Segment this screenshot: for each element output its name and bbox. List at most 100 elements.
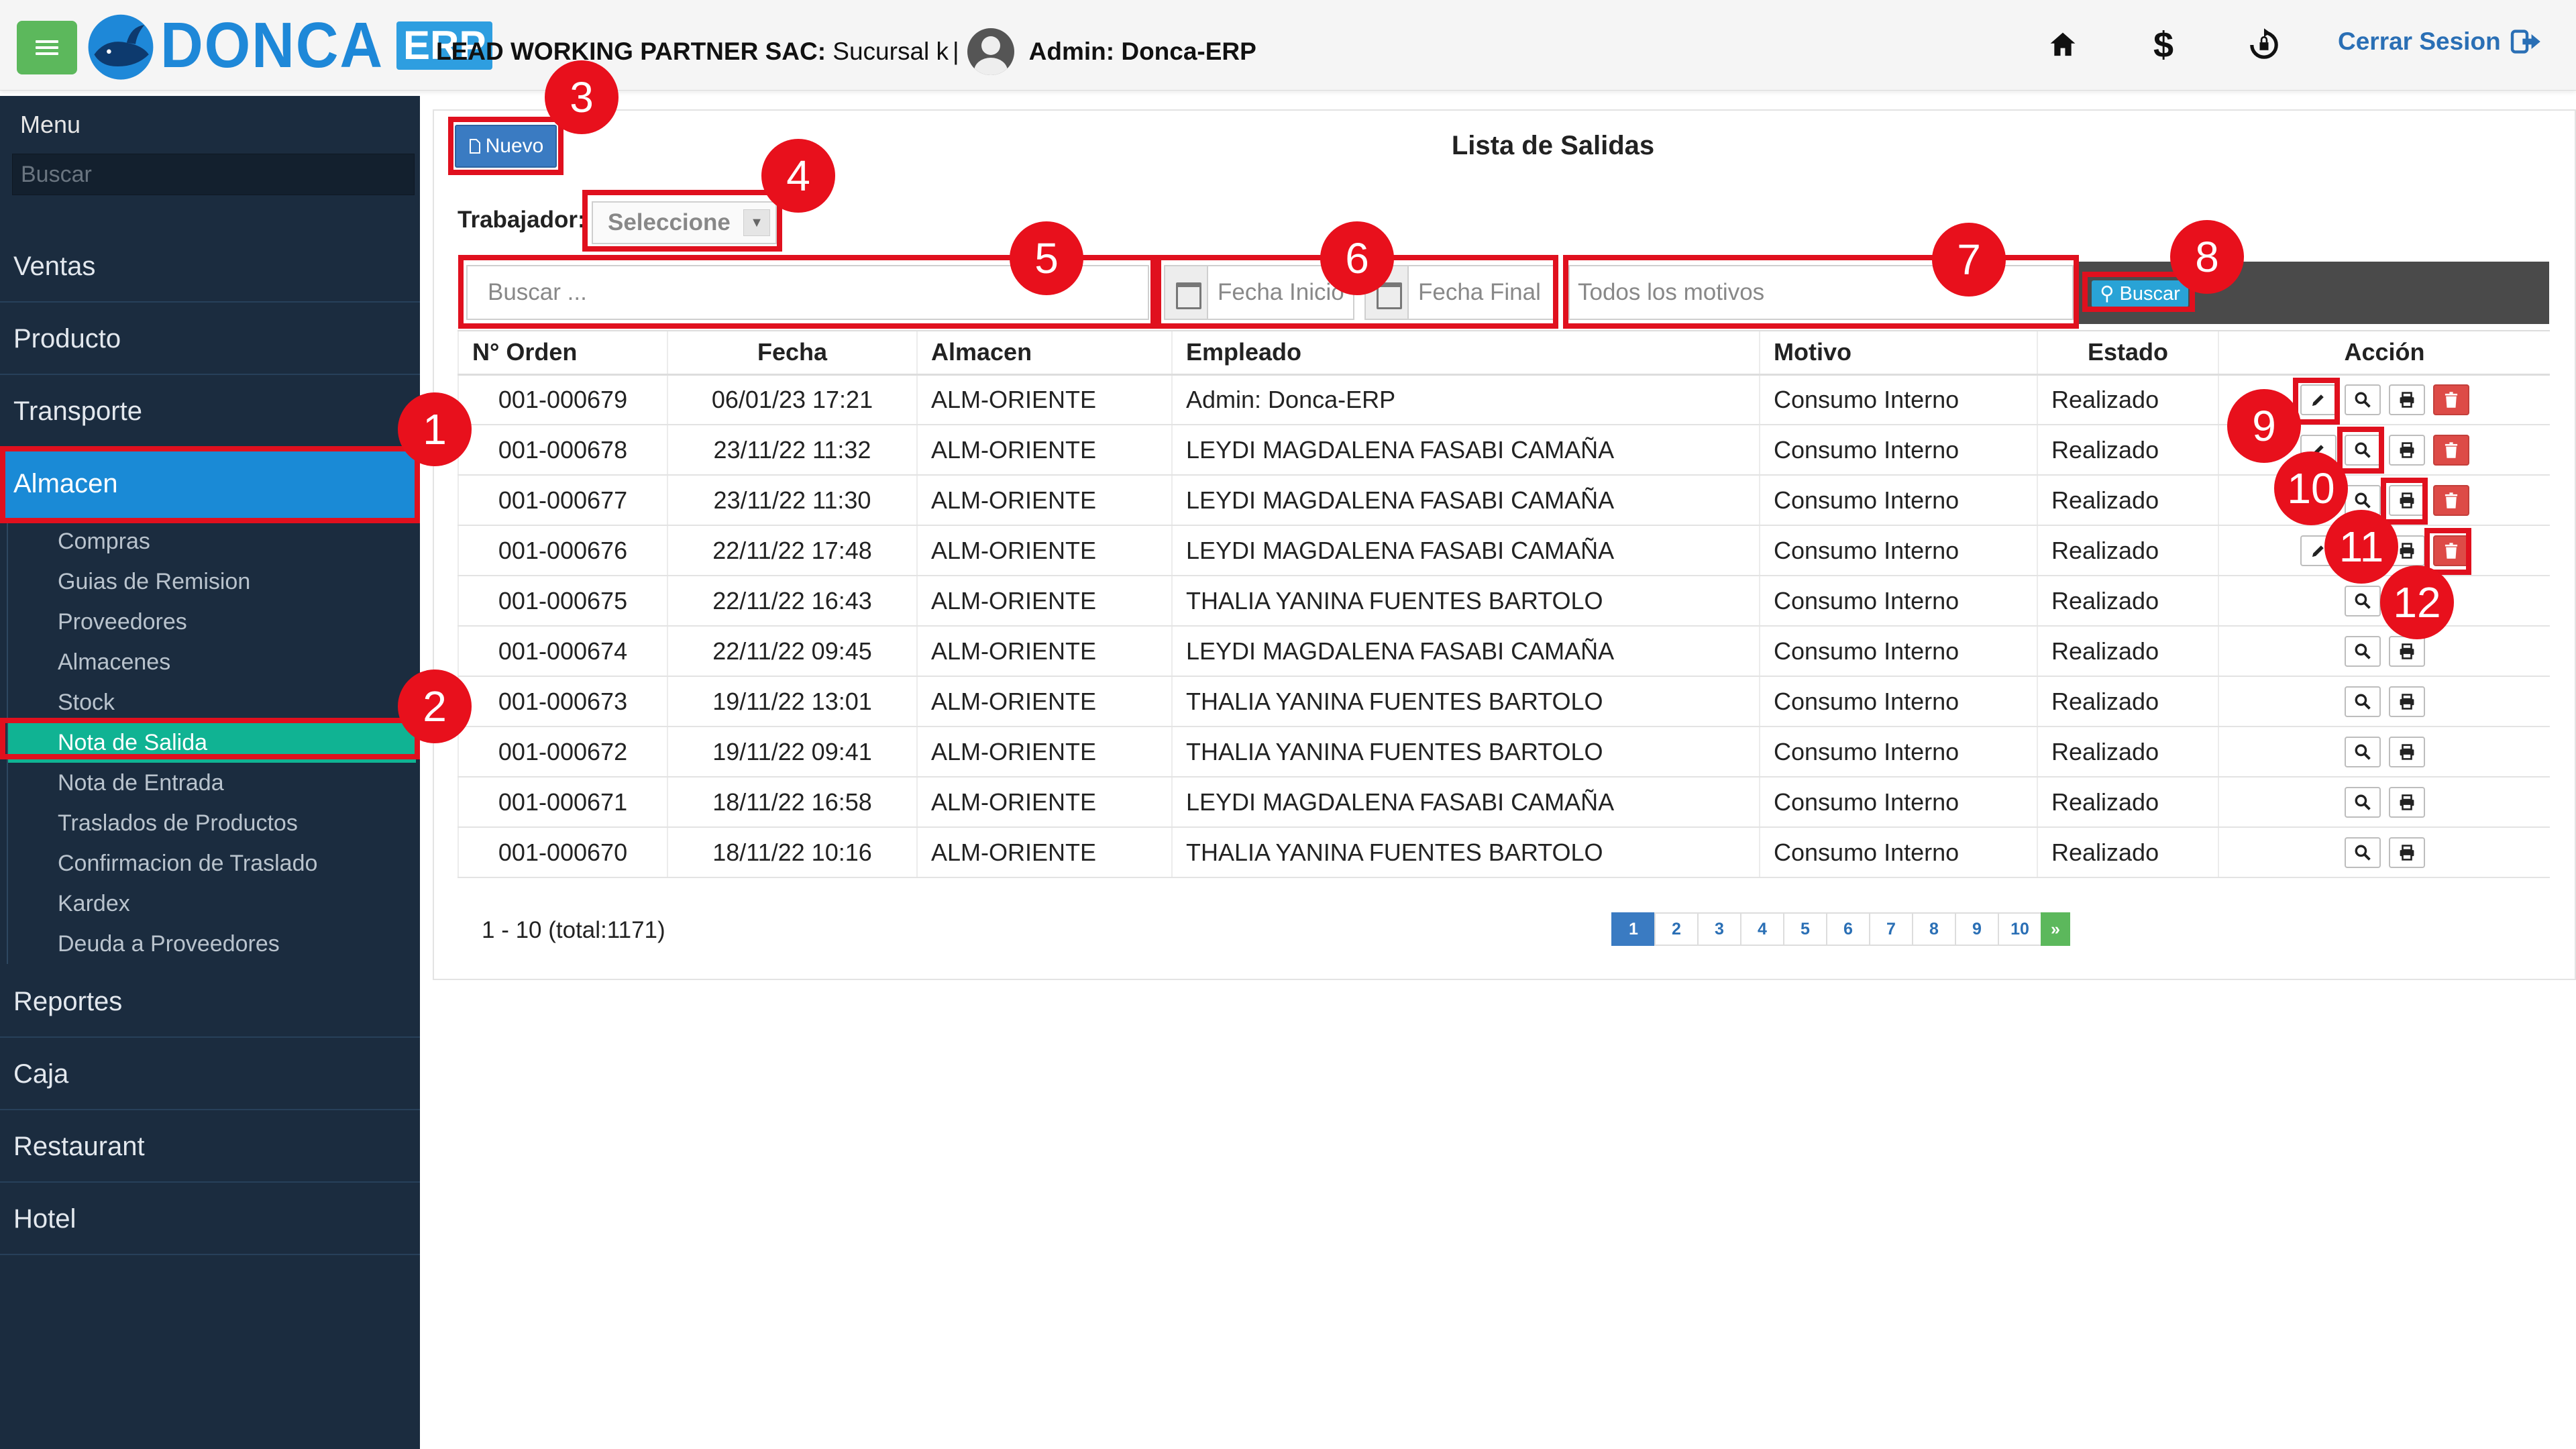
print-button[interactable] [2388, 484, 2425, 516]
page-button[interactable]: 7 [1869, 912, 1913, 946]
view-button[interactable] [2344, 434, 2381, 466]
annotation-badge-3: 3 [545, 60, 619, 134]
page-button[interactable]: 2 [1654, 912, 1699, 946]
cell-orden: 001-000677 [458, 475, 667, 526]
new-button-label: Nuevo [485, 135, 544, 157]
view-button[interactable] [2344, 635, 2381, 667]
sidebar-subitem-compras[interactable]: Compras [7, 521, 416, 561]
search-button[interactable]: ⚲ Buscar [2092, 280, 2188, 307]
cell-motivo: Consumo Interno [1759, 777, 2037, 828]
search-icon [2354, 844, 2371, 861]
cell-motivo: Consumo Interno [1759, 827, 2037, 878]
cell-motivo: Consumo Interno [1759, 626, 2037, 677]
view-button[interactable] [2344, 686, 2381, 717]
worker-select[interactable]: Seleccione ▼ [592, 201, 777, 244]
sidebar-subitem-proveedores[interactable]: Proveedores [7, 602, 416, 642]
delete-button[interactable] [2432, 535, 2469, 566]
new-button[interactable]: Nuevo [455, 125, 557, 168]
date-start-placeholder: Fecha Inicio [1218, 279, 1344, 305]
page-button[interactable]: 4 [1740, 912, 1784, 946]
search-icon [2354, 643, 2371, 660]
cell-actions [2218, 827, 2550, 878]
page-button[interactable]: 3 [1697, 912, 1741, 946]
company-name: LEAD WORKING PARTNER SAC: [436, 38, 826, 65]
delete-button[interactable] [2432, 434, 2469, 466]
view-button[interactable] [2344, 736, 2381, 767]
print-button[interactable] [2388, 384, 2425, 415]
cell-fecha: 22/11/22 17:48 [667, 525, 917, 576]
cell-estado: Realizado [2037, 777, 2218, 828]
sidebar-item-ventas[interactable]: Ventas [0, 230, 420, 303]
home-icon[interactable] [2039, 21, 2086, 68]
edit-button[interactable] [2300, 384, 2337, 415]
sidebar-subitem-nota-de-salida[interactable]: Nota de Salida [7, 722, 416, 763]
view-button[interactable] [2344, 384, 2381, 415]
page-button[interactable]: 9 [1955, 912, 1999, 946]
sidebar-subitem-almacenes[interactable]: Almacenes [7, 642, 416, 682]
table-row: 001-000674 22/11/22 09:45 ALM-ORIENTE LEYDI… [458, 626, 2550, 677]
annotation-badge-5: 5 [1010, 221, 1083, 295]
col-estado: Estado [2037, 330, 2218, 376]
view-button[interactable] [2344, 585, 2381, 616]
cell-fecha: 22/11/22 09:45 [667, 626, 917, 677]
cell-motivo: Consumo Interno [1759, 425, 2037, 476]
sync-icon[interactable] [2241, 21, 2288, 68]
sidebar-subitem-guias-de-remision[interactable]: Guias de Remision [7, 561, 416, 602]
logout-link[interactable]: Cerrar Sesion [2338, 27, 2544, 56]
sidebar-subitem-kardex[interactable]: Kardex [7, 883, 416, 924]
col-empleado: Empleado [1171, 330, 1760, 376]
sidebar-subitem-stock[interactable]: Stock [7, 682, 416, 722]
sidebar-subitem-traslados-de-productos[interactable]: Traslados de Productos [7, 803, 416, 843]
cell-estado: Realizado [2037, 374, 2218, 425]
page-button[interactable]: 6 [1826, 912, 1870, 946]
cell-estado: Realizado [2037, 475, 2218, 526]
cell-empleado: LEYDI MAGDALENA FASABI CAMAÑA [1171, 626, 1760, 677]
view-button[interactable] [2344, 837, 2381, 868]
print-icon [2398, 794, 2416, 811]
dollar-icon[interactable]: $ [2140, 21, 2187, 68]
table-row: 001-000670 18/11/22 10:16 ALM-ORIENTE THALI… [458, 827, 2550, 878]
print-button[interactable] [2388, 837, 2425, 868]
cell-empleado: THALIA YANINA FUENTES BARTOLO [1171, 827, 1760, 878]
delete-button[interactable] [2432, 484, 2469, 516]
delete-button[interactable] [2432, 384, 2469, 415]
sidebar-item-reportes[interactable]: Reportes [0, 965, 420, 1038]
print-button[interactable] [2388, 686, 2425, 717]
date-end-field[interactable]: Fecha Final [1364, 265, 1555, 320]
sidebar-item-transporte[interactable]: Transporte [0, 375, 420, 447]
cell-estado: Realizado [2037, 626, 2218, 677]
cell-estado: Realizado [2037, 727, 2218, 777]
next-page-button[interactable]: » [2041, 912, 2070, 946]
sidebar-item-restaurant[interactable]: Restaurant [0, 1110, 420, 1183]
calendar-icon [1165, 266, 1208, 319]
print-button[interactable] [2388, 736, 2425, 767]
print-button[interactable] [2388, 635, 2425, 667]
sidebar-subitem-confirmacion-de-traslado[interactable]: Confirmacion de Traslado [7, 843, 416, 883]
menu-toggle-button[interactable] [17, 21, 77, 74]
cell-empleado: THALIA YANINA FUENTES BARTOLO [1171, 727, 1760, 777]
sidebar-subitem-deuda-a-proveedores[interactable]: Deuda a Proveedores [7, 924, 416, 964]
print-button[interactable] [2388, 434, 2425, 466]
sidebar-item-hotel[interactable]: Hotel [0, 1183, 420, 1255]
view-button[interactable] [2344, 786, 2381, 818]
cell-empleado: THALIA YANINA FUENTES BARTOLO [1171, 676, 1760, 727]
page-button[interactable]: 10 [1998, 912, 2042, 946]
page-button[interactable]: 8 [1912, 912, 1956, 946]
page-button[interactable]: 1 [1611, 912, 1656, 946]
sidebar-search-input[interactable]: Buscar [12, 154, 415, 195]
sidebar-subitem-nota-de-entrada[interactable]: Nota de Entrada [7, 763, 416, 803]
sidebar-item-caja[interactable]: Caja [0, 1038, 420, 1110]
annotation-badge-1: 1 [398, 392, 472, 466]
search-icon [2354, 794, 2371, 811]
date-end-placeholder: Fecha Final [1418, 279, 1541, 305]
table-header-row: N° Orden Fecha Almacen Empleado Motivo E… [458, 330, 2550, 376]
cell-motivo: Consumo Interno [1759, 727, 2037, 777]
col-accion: Acción [2218, 330, 2550, 376]
print-button[interactable] [2388, 786, 2425, 818]
header-separator: | [953, 38, 959, 65]
cell-almacen: ALM-ORIENTE [916, 777, 1172, 828]
page-button[interactable]: 5 [1783, 912, 1827, 946]
sidebar-item-almacen[interactable]: Almacen [0, 447, 420, 520]
cell-fecha: 19/11/22 13:01 [667, 676, 917, 727]
sidebar-item-producto[interactable]: Producto [0, 303, 420, 375]
